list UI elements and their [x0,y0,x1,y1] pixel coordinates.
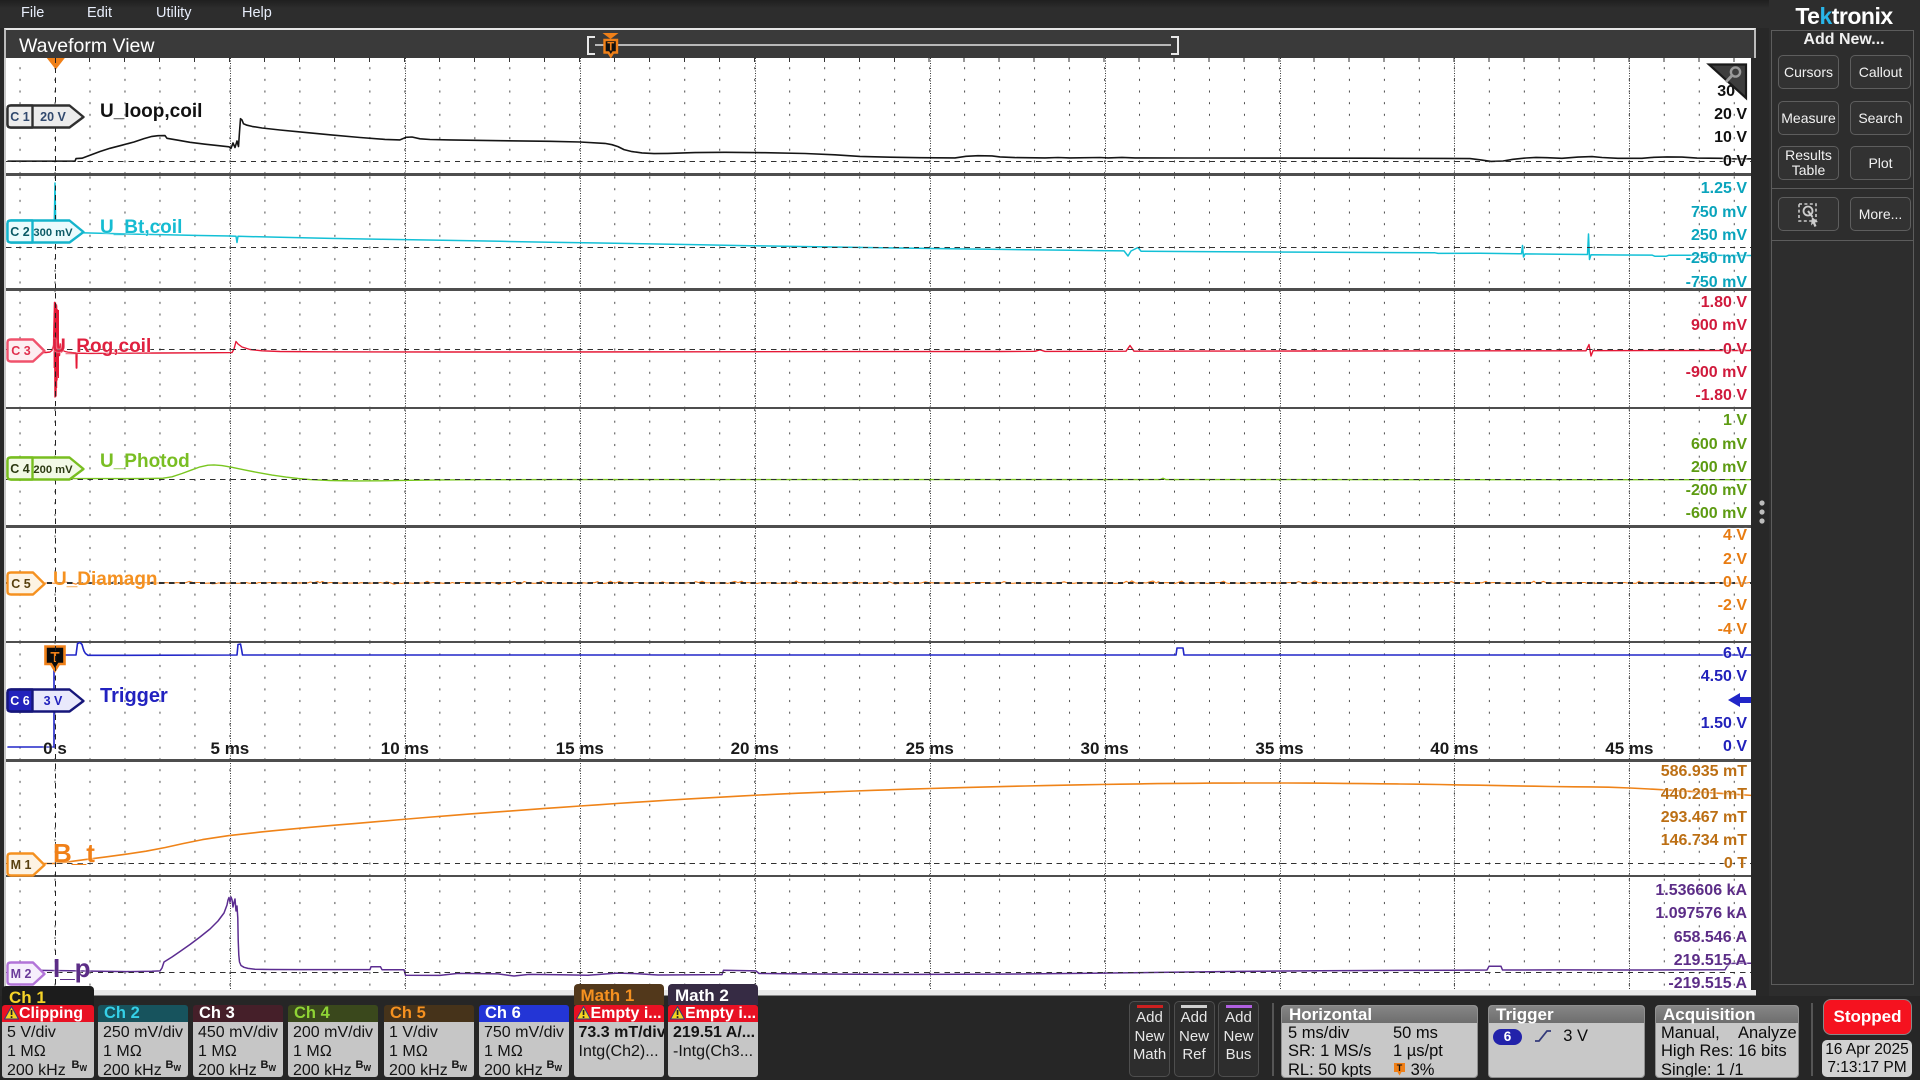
svg-text:C 6: C 6 [10,694,30,708]
svg-text:C 3: C 3 [11,344,31,358]
svg-text:M 1: M 1 [11,858,32,872]
svg-text:200 mV: 200 mV [33,464,73,476]
svg-text:3 V: 3 V [44,694,63,708]
svg-text:20 V: 20 V [40,110,66,124]
svg-text:T: T [1397,1063,1403,1073]
svg-text:C 1: C 1 [10,110,30,124]
svg-text:T: T [607,42,614,54]
svg-text:C 4: C 4 [10,462,30,476]
svg-text:300 mV: 300 mV [33,227,73,239]
svg-text:M 2: M 2 [11,967,32,981]
svg-text:C 2: C 2 [10,225,30,239]
svg-text:C 5: C 5 [11,577,31,591]
